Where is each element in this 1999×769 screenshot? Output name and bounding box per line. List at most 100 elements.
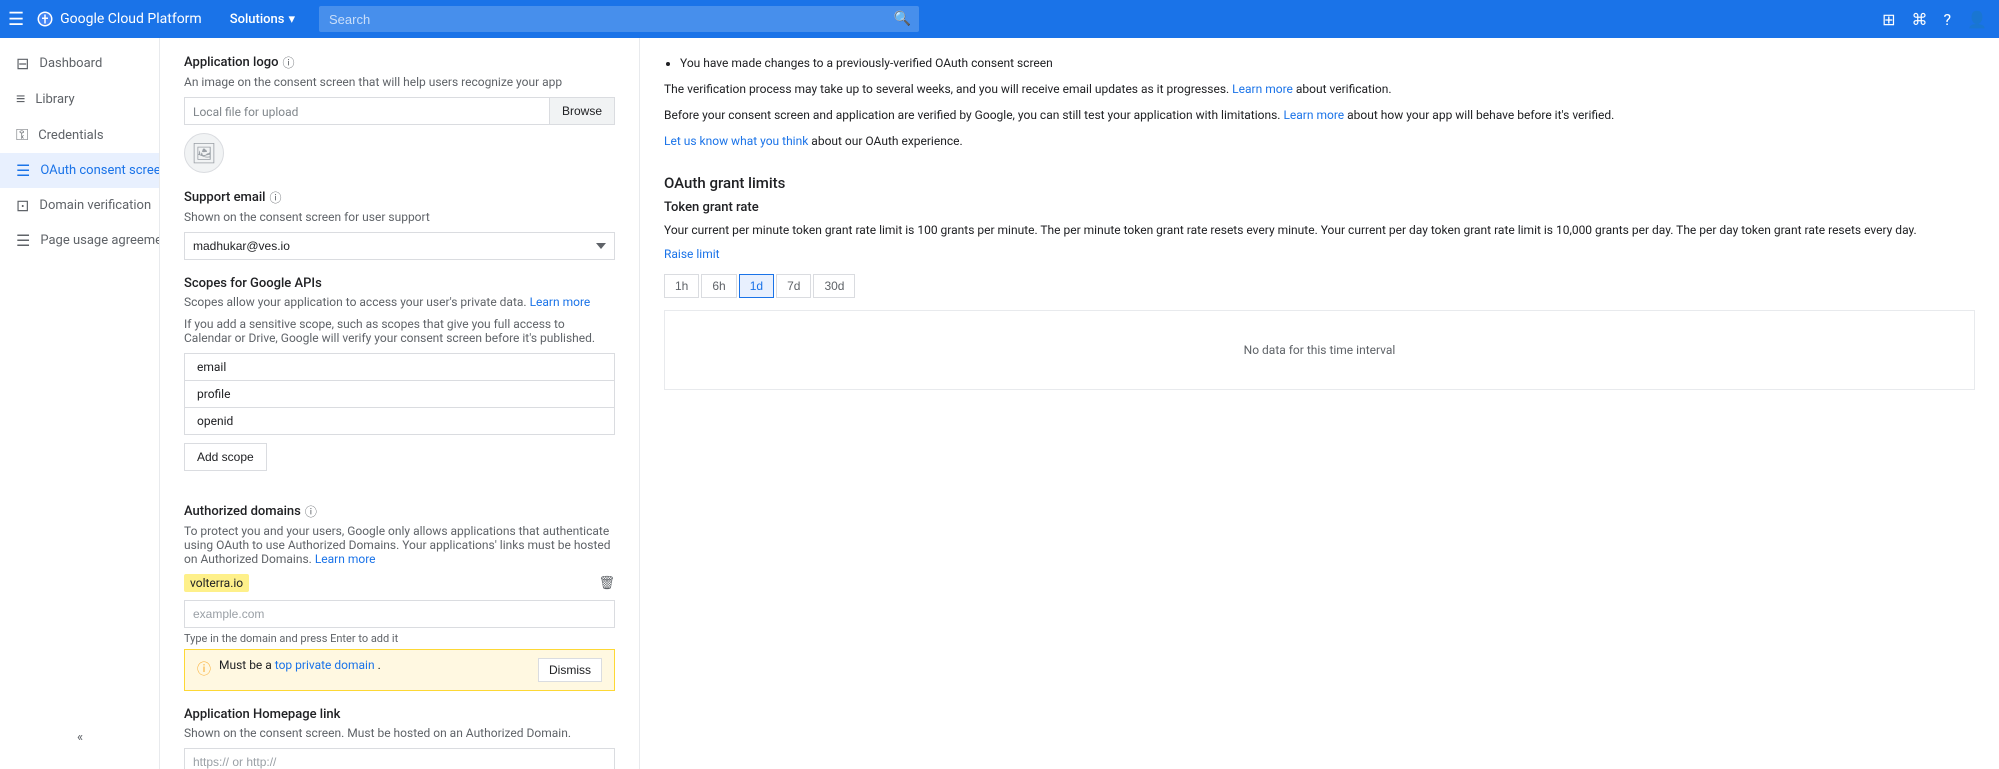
dismiss-button[interactable]: Dismiss (538, 658, 602, 682)
apps-icon[interactable]: ⊞ (1878, 6, 1899, 33)
time-btn-1h[interactable]: 1h (664, 274, 699, 298)
domain-warning-box: ⓘ Must be a top private domain . Dismiss (184, 649, 615, 691)
search-input[interactable] (319, 6, 919, 32)
warning-text-content: Must be a top private domain . (219, 658, 530, 672)
right-panel: You have made changes to a previously-ve… (640, 38, 1999, 769)
oauth-grant-limits-title: OAuth grant limits (664, 174, 1975, 192)
scopes-additional-desc: If you add a sensitive scope, such as sc… (184, 317, 615, 345)
main-content: Application logo ⓘ An image on the conse… (160, 38, 1999, 769)
nav-right-icons: ⊞ ⌘ ? 👤 (1878, 6, 1991, 33)
help-icon[interactable]: ? (1940, 6, 1956, 33)
search-bar: 🔍 (319, 6, 919, 32)
image-placeholder: 🖼 (184, 133, 224, 173)
solutions-dropdown-icon: ▾ (288, 12, 295, 27)
sidebar-item-credentials[interactable]: ⚿ Credentials (0, 117, 159, 153)
account-icon[interactable]: 👤 (1963, 6, 1991, 33)
chart-area: No data for this time interval (664, 310, 1975, 390)
nav-left: ☰ Google Cloud Platform Solutions ▾ (8, 8, 303, 31)
scope-item-profile: profile (185, 381, 614, 408)
authorized-domains-row: volterra.io 🗑 (184, 574, 615, 592)
domain-input-hint: Type in the domain and press Enter to ad… (184, 632, 615, 645)
token-grant-rate-desc: Your current per minute token grant rate… (664, 221, 1975, 239)
scopes-learn-more-link[interactable]: Learn more (530, 295, 591, 309)
authorized-domains-help-icon[interactable]: ⓘ (305, 503, 317, 520)
time-btn-7d[interactable]: 7d (776, 274, 811, 298)
gcp-logo: Google Cloud Platform (36, 10, 202, 28)
solutions-button[interactable]: Solutions ▾ (222, 8, 303, 31)
authorized-domains-learn-more-link[interactable]: Learn more (315, 552, 376, 566)
verification-section: You have made changes to a previously-ve… (664, 54, 1975, 150)
time-btn-6h[interactable]: 6h (701, 274, 736, 298)
top-private-domain-link[interactable]: top private domain (275, 658, 375, 672)
sidebar-item-dashboard[interactable]: ⊟ Dashboard (0, 46, 159, 81)
time-btn-1d[interactable]: 1d (739, 274, 774, 298)
app-logo-title: Application logo ⓘ (184, 54, 615, 71)
left-panel: Application logo ⓘ An image on the conse… (160, 38, 640, 769)
time-controls: 1h 6h 1d 7d 30d (664, 274, 1975, 298)
cloud-logo-icon (36, 10, 54, 28)
placeholder-image-icon: 🖼 (191, 141, 216, 165)
sidebar-item-page-usage[interactable]: ☰ Page usage agreements (0, 223, 159, 258)
sidebar-item-dashboard-label: Dashboard (39, 56, 102, 71)
verification-note: You have made changes to a previously-ve… (680, 54, 1975, 72)
no-data-text: No data for this time interval (1244, 343, 1396, 357)
solutions-label: Solutions (230, 12, 285, 27)
sidebar-item-domain-verification[interactable]: ⊡ Domain verification (0, 188, 159, 223)
authorized-domains-title: Authorized domains ⓘ (184, 503, 615, 520)
scope-item-email: email (185, 354, 614, 381)
authorized-domains-desc: To protect you and your users, Google on… (184, 524, 615, 566)
credentials-icon: ⚿ (16, 125, 28, 145)
add-scope-button[interactable]: Add scope (184, 443, 267, 471)
time-btn-30d[interactable]: 30d (813, 274, 855, 298)
domain-tag-volterra: volterra.io (184, 574, 249, 592)
oauth-icon: ☰ (16, 161, 30, 180)
domain-icon: ⊡ (16, 196, 29, 215)
collapse-icon: « (77, 730, 83, 745)
scopes-section: Scopes for Google APIs Scopes allow your… (184, 276, 615, 487)
scopes-title: Scopes for Google APIs (184, 276, 615, 291)
app-homepage-input[interactable] (184, 748, 615, 769)
support-email-section: Support email ⓘ Shown on the consent scr… (184, 189, 615, 260)
sidebar-item-page-usage-label: Page usage agreements (40, 233, 160, 248)
let-us-know-link[interactable]: Let us know what you think (664, 134, 808, 148)
top-navigation: ☰ Google Cloud Platform Solutions ▾ 🔍 ⊞ … (0, 0, 1999, 38)
support-email-dropdown[interactable]: madhukar@ves.io (184, 232, 615, 260)
learn-more-verification-link[interactable]: Learn more (1232, 82, 1293, 96)
support-email-title: Support email ⓘ (184, 189, 615, 206)
app-logo-desc: An image on the consent screen that will… (184, 75, 615, 89)
let-us-know-text: Let us know what you think about our OAu… (664, 132, 1975, 150)
domain-delete-icon[interactable]: 🗑 (598, 576, 615, 591)
file-input-row: Local file for upload Browse (184, 97, 615, 125)
app-homepage-section: Application Homepage link Shown on the c… (184, 707, 615, 769)
oauth-grant-limits-section: OAuth grant limits Token grant rate Your… (664, 174, 1975, 390)
before-verified-text: Before your consent screen and applicati… (664, 106, 1975, 124)
app-homepage-desc: Shown on the consent screen. Must be hos… (184, 726, 615, 740)
sidebar-item-oauth-consent[interactable]: ☰ OAuth consent screen (0, 153, 159, 188)
page-usage-icon: ☰ (16, 231, 30, 250)
sidebar-item-library[interactable]: ≡ Library (0, 81, 159, 117)
sidebar-item-oauth-label: OAuth consent screen (40, 163, 160, 178)
scope-item-openid: openid (185, 408, 614, 434)
verification-process-text: The verification process may take up to … (664, 80, 1975, 98)
app-title: Google Cloud Platform (60, 11, 202, 27)
learn-more-app-behavior-link[interactable]: Learn more (1283, 108, 1344, 122)
token-grant-rate-title: Token grant rate (664, 200, 1975, 215)
app-logo-help-icon[interactable]: ⓘ (282, 54, 294, 71)
file-input-display: Local file for upload (184, 97, 550, 125)
scopes-desc: Scopes allow your application to access … (184, 295, 615, 309)
warning-icon: ⓘ (197, 659, 211, 679)
support-email-help-icon[interactable]: ⓘ (270, 189, 282, 206)
search-icon: 🔍 (894, 11, 911, 27)
browse-button[interactable]: Browse (550, 97, 615, 125)
app-homepage-title: Application Homepage link (184, 707, 615, 722)
raise-limit-link[interactable]: Raise limit (664, 247, 720, 261)
menu-icon[interactable]: ☰ (8, 9, 24, 30)
app-logo-section: Application logo ⓘ An image on the conse… (184, 54, 615, 173)
terminal-icon[interactable]: ⌘ (1908, 6, 1932, 33)
sidebar-item-library-label: Library (35, 92, 74, 107)
domain-input[interactable] (184, 600, 615, 628)
sidebar-collapse-button[interactable]: « (0, 722, 160, 753)
app-layout: ⊟ Dashboard ≡ Library ⚿ Credentials ☰ OA… (0, 38, 1999, 769)
scope-list: email profile openid (184, 353, 615, 435)
sidebar-item-credentials-label: Credentials (38, 128, 103, 143)
